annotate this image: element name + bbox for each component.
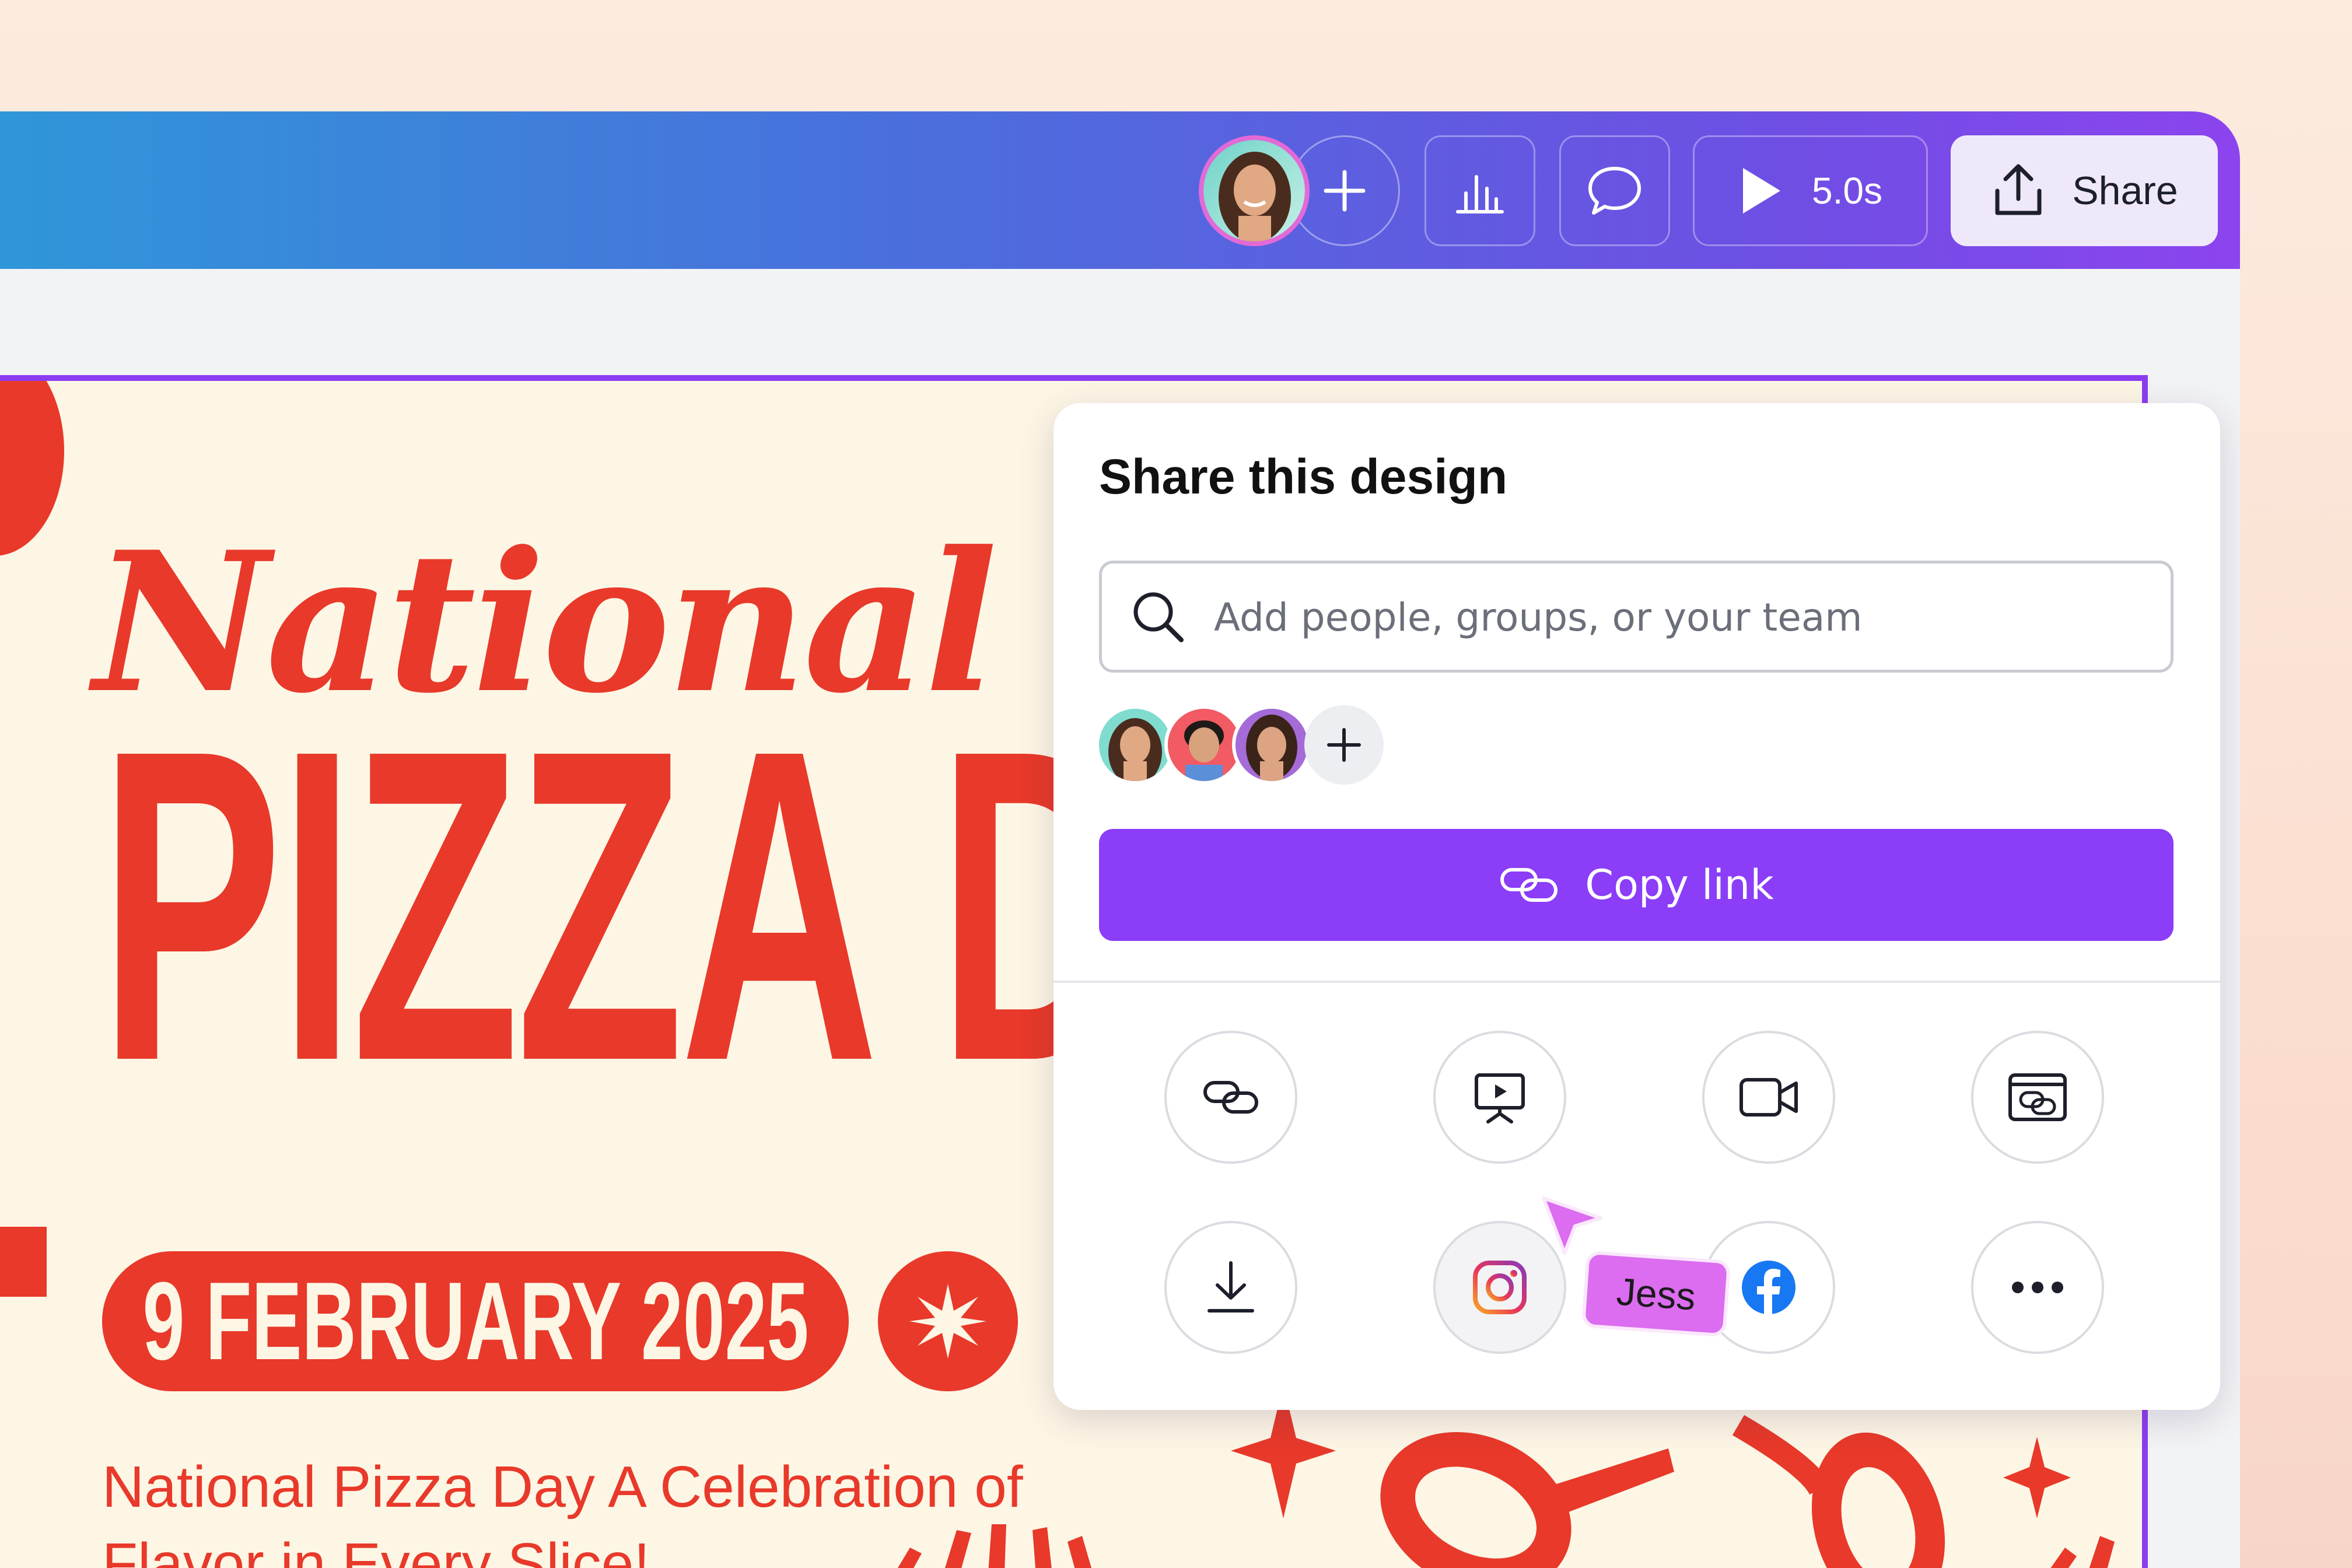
share-option-more[interactable] (1971, 1221, 2104, 1354)
share-upload-icon (1995, 164, 2042, 215)
video-icon (1740, 1078, 1798, 1116)
more-icon (2012, 1282, 2063, 1293)
embed-icon (2008, 1073, 2067, 1121)
insights-button[interactable] (1424, 135, 1535, 246)
play-duration: 5.0s (1812, 170, 1882, 212)
share-option-download[interactable] (1164, 1221, 1297, 1354)
copy-link-button[interactable]: Copy link (1099, 829, 2174, 941)
starburst-icon (909, 1284, 986, 1359)
date-badge: 9 FEBRUARY 2025 (102, 1251, 849, 1391)
link-icon (1500, 868, 1558, 902)
link-icon (1203, 1081, 1258, 1114)
person-1-avatar (1096, 705, 1175, 785)
editor-window: 5.0s Share National PIZZA D 9 FEBRUARY 2… (0, 111, 2240, 1568)
instagram-icon (1473, 1261, 1527, 1314)
starburst-badge (878, 1251, 1018, 1391)
search-input[interactable] (1213, 564, 2148, 671)
share-option-link[interactable] (1164, 1031, 1297, 1164)
tagline: National Pizza Day A Celebration of Flav… (102, 1448, 1210, 1568)
share-label: Share (2072, 169, 2178, 213)
bar-chart-icon (1456, 175, 1504, 214)
search-icon (1133, 592, 1184, 642)
collaborator-name: Jess (1615, 1269, 1698, 1318)
divider (1054, 981, 2220, 983)
download-icon (1208, 1261, 1254, 1312)
top-toolbar: 5.0s Share (0, 111, 2240, 269)
present-icon (1475, 1073, 1525, 1124)
main-title: PIZZA D (99, 658, 1136, 1153)
date-text: 9 FEBRUARY 2025 (142, 1259, 808, 1383)
panel-title: Share this design (1099, 449, 1508, 504)
tagline-line-2: Flavor in Every Slice! (102, 1531, 650, 1568)
share-option-embed[interactable] (1971, 1031, 2104, 1164)
share-option-video[interactable] (1702, 1031, 1835, 1164)
add-people-button[interactable] (1304, 705, 1384, 785)
collaborator-cursor-icon (1542, 1196, 1602, 1255)
share-option-present[interactable] (1433, 1031, 1566, 1164)
copy-link-label: Copy link (1585, 861, 1774, 909)
person-3-avatar (1232, 705, 1311, 785)
plus-icon (1324, 170, 1366, 212)
user-avatar[interactable] (1199, 135, 1310, 246)
comment-icon (1588, 167, 1641, 215)
people-search[interactable] (1099, 561, 2174, 673)
facebook-icon (1742, 1261, 1796, 1314)
plus-icon (1327, 728, 1361, 762)
collaborator-name-tag: Jess (1581, 1250, 1731, 1338)
play-button[interactable]: 5.0s (1693, 135, 1928, 246)
play-icon (1743, 168, 1781, 214)
tagline-line-1: National Pizza Day A Celebration of (102, 1454, 1023, 1520)
avatar-photo (1203, 140, 1305, 242)
comment-button[interactable] (1559, 135, 1670, 246)
share-button[interactable]: Share (1951, 135, 2218, 246)
